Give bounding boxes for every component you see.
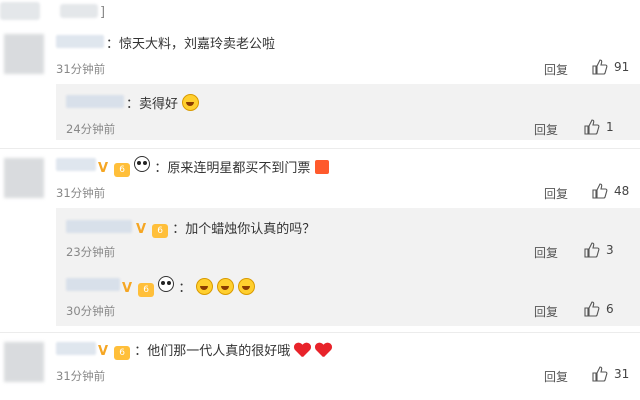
bracket-text: ]	[100, 5, 106, 20]
like-button[interactable]: 3	[584, 242, 614, 258]
like-count: 6	[606, 302, 614, 316]
timestamp: 31分钟前	[56, 62, 106, 76]
laughing-emoji-icon	[195, 278, 213, 295]
username[interactable]	[56, 342, 96, 355]
verified-v-icon: V	[98, 161, 109, 176]
reply-text: V 6 ：加个蜡烛你认真的吗？	[136, 222, 316, 238]
blurred-avatar	[0, 2, 40, 20]
avatar[interactable]	[4, 158, 44, 198]
divider	[0, 148, 640, 149]
laughing-emoji-icon	[216, 278, 234, 295]
reply-button[interactable]: 回复	[534, 303, 558, 320]
thumbs-up-icon	[592, 59, 608, 75]
username[interactable]	[66, 278, 120, 291]
laughing-emoji-icon	[237, 278, 255, 295]
reply-button[interactable]: 回复	[534, 121, 558, 138]
like-count: 3	[606, 243, 614, 257]
verified-v-icon: V	[98, 344, 109, 359]
reply-button[interactable]: 回复	[534, 244, 558, 261]
blurred-username	[60, 4, 98, 18]
panda-icon	[158, 276, 175, 292]
reply-box: V 6 ：加个蜡烛你认真的吗？ 23分钟前 回复 3 V 6 ： 30分钟前 回…	[56, 208, 640, 326]
laughing-emoji-icon	[182, 94, 200, 111]
like-count: 31	[614, 367, 630, 381]
timestamp: 31分钟前	[56, 369, 106, 383]
like-button[interactable]: 31	[592, 366, 629, 382]
level-badge-icon: 6	[114, 346, 131, 360]
timestamp: 24分钟前	[66, 122, 116, 136]
reply-text: V 6 ：	[122, 276, 255, 297]
panda-icon	[134, 156, 151, 172]
username[interactable]	[56, 35, 104, 48]
like-button[interactable]: 6	[584, 301, 614, 317]
timestamp: 31分钟前	[56, 186, 106, 200]
reply-text: ：卖得好	[126, 93, 200, 112]
reply-box: ：卖得好 24分钟前 回复 1	[56, 84, 640, 140]
username[interactable]	[66, 95, 124, 108]
level-badge-icon: 6	[138, 283, 155, 297]
username[interactable]	[56, 158, 96, 171]
comment-text: V 6 ：他们那一代人真的很好哦	[98, 340, 331, 360]
heart-icon	[294, 343, 310, 357]
level-badge-icon: 6	[114, 163, 131, 177]
divider	[0, 332, 640, 333]
avatar[interactable]	[4, 34, 44, 74]
like-count: 1	[606, 120, 614, 134]
username[interactable]	[66, 220, 132, 233]
heart-icon	[315, 343, 331, 357]
reply-button[interactable]: 回复	[544, 368, 568, 385]
like-button[interactable]: 91	[592, 59, 629, 75]
comment-text: V 6 ：原来连明星都买不到门票	[98, 156, 329, 177]
level-badge-icon: 6	[152, 224, 169, 238]
like-button[interactable]: 48	[592, 183, 629, 199]
timestamp: 30分钟前	[66, 304, 116, 318]
like-button[interactable]: 1	[584, 119, 614, 135]
like-count: 91	[614, 60, 630, 74]
previous-comment-strip: ]	[0, 0, 640, 24]
thumbs-up-icon	[584, 301, 600, 317]
reply-button[interactable]: 回复	[544, 185, 568, 202]
verified-v-icon: V	[122, 281, 133, 296]
thumbs-up-icon	[584, 119, 600, 135]
thumbs-up-icon	[592, 366, 608, 382]
avatar[interactable]	[4, 342, 44, 382]
comment-text: ：惊天大料，刘嘉玲卖老公啦	[106, 37, 276, 52]
gift-icon	[314, 160, 329, 174]
thumbs-up-icon	[584, 242, 600, 258]
timestamp: 23分钟前	[66, 245, 116, 259]
verified-v-icon: V	[136, 222, 147, 237]
thumbs-up-icon	[592, 183, 608, 199]
like-count: 48	[614, 184, 630, 198]
reply-button[interactable]: 回复	[544, 61, 568, 78]
